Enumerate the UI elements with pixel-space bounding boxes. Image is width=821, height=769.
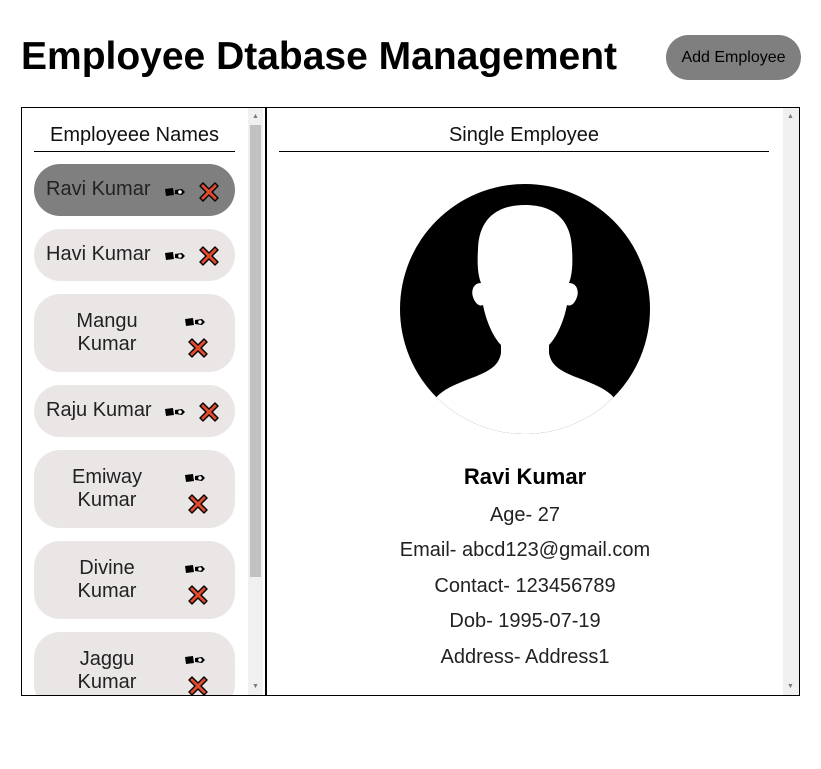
employee-name: Jaggu Kumar xyxy=(77,648,137,693)
employee-item-jaggu-kumar[interactable]: Jaggu Kumar xyxy=(34,632,235,695)
scroll-up-arrow-icon[interactable]: ▲ xyxy=(783,109,798,124)
employee-name: Divine Kumar xyxy=(77,557,137,602)
employee-age: Age- 27 xyxy=(489,504,561,526)
pen-icon[interactable] xyxy=(164,406,186,418)
employee-list-pane: Employeee Names Ravi Kumar Havi Kumar Ma… xyxy=(22,108,267,695)
page-title: Employee Dtabase Management xyxy=(21,35,618,78)
scroll-down-arrow-icon[interactable]: ▼ xyxy=(783,679,798,694)
employee-item-havi-kumar[interactable]: Havi Kumar xyxy=(34,229,235,281)
employee-detail-pane: Single Employee Ravi Kumar Age- 27 Email… xyxy=(267,108,799,695)
pen-icon[interactable] xyxy=(184,563,206,575)
employee-name: Raju Kumar xyxy=(46,399,152,421)
employee-contact: Contact- 123456789 xyxy=(434,575,616,597)
pen-icon[interactable] xyxy=(184,316,206,328)
app-root: Employee Dtabase Management Add Employee… xyxy=(0,0,821,769)
employee-list: Employeee Names Ravi Kumar Havi Kumar Ma… xyxy=(22,108,248,695)
pen-icon[interactable] xyxy=(164,186,186,198)
employee-item-raju-kumar[interactable]: Raju Kumar xyxy=(34,385,235,437)
cross-icon[interactable] xyxy=(186,674,210,695)
pen-icon[interactable] xyxy=(164,250,186,262)
pen-icon[interactable] xyxy=(184,472,206,484)
employee-detail-heading: Single Employee xyxy=(279,123,769,152)
pen-icon[interactable] xyxy=(184,654,206,666)
employee-detail-scrollbar[interactable]: ▲ ▼ xyxy=(783,108,799,695)
employee-list-scrollbar[interactable]: ▲ ▼ xyxy=(248,108,263,695)
employee-name: Havi Kumar xyxy=(46,243,151,265)
cross-icon[interactable] xyxy=(197,400,221,424)
employee-email: Email- abcd123@gmail.com xyxy=(399,539,651,561)
employee-address: Address- Address1 xyxy=(440,646,610,668)
person-silhouette-icon xyxy=(400,184,650,434)
employee-item-mangu-kumar[interactable]: Mangu Kumar xyxy=(34,294,235,372)
cross-icon[interactable] xyxy=(186,492,210,516)
employee-name: Mangu Kumar xyxy=(76,310,138,355)
employee-detail-name: Ravi Kumar xyxy=(463,464,587,489)
cross-icon[interactable] xyxy=(186,583,210,607)
scroll-down-arrow-icon[interactable]: ▼ xyxy=(248,679,263,694)
cross-icon[interactable] xyxy=(197,244,221,268)
cross-icon[interactable] xyxy=(186,336,210,360)
employee-list-heading: Employeee Names xyxy=(34,123,235,152)
employee-item-ravi-kumar[interactable]: Ravi Kumar xyxy=(34,164,235,216)
employee-item-emiway-kumar[interactable]: Emiway Kumar xyxy=(34,450,235,528)
employee-name: Ravi Kumar xyxy=(46,178,151,200)
employee-item-divine-kumar[interactable]: Divine Kumar xyxy=(34,541,235,619)
scroll-up-arrow-icon[interactable]: ▲ xyxy=(248,109,263,124)
employee-dob: Dob- 1995-07-19 xyxy=(449,610,601,632)
add-employee-button[interactable]: Add Employee xyxy=(666,35,801,80)
cross-icon[interactable] xyxy=(197,180,221,204)
main-panel: Employeee Names Ravi Kumar Havi Kumar Ma… xyxy=(21,107,800,696)
employee-name: Emiway Kumar xyxy=(71,466,142,511)
scroll-thumb[interactable] xyxy=(250,125,261,577)
